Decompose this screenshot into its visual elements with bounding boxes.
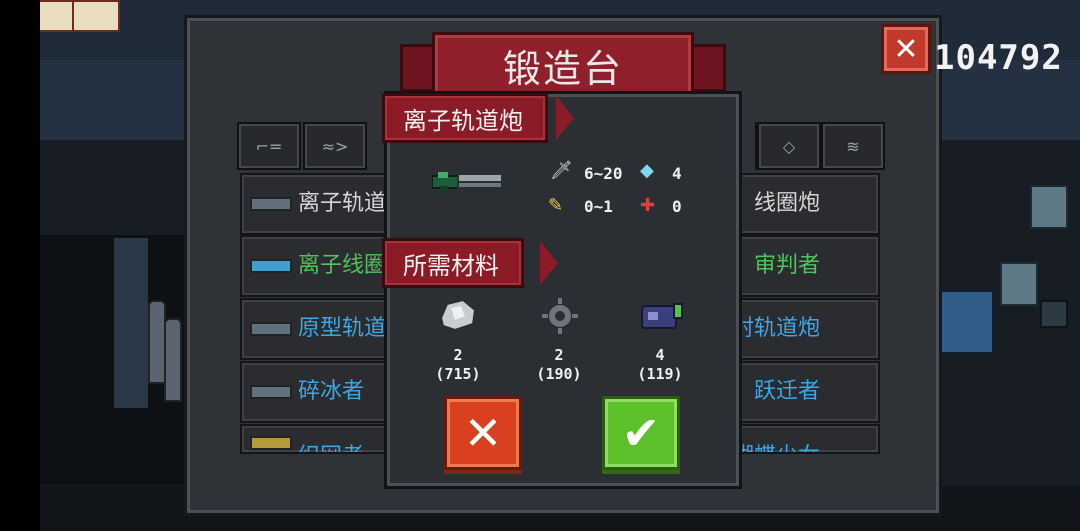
gear-need: 2 [554,346,564,364]
forge-title-text: 锻造台 [502,46,623,91]
computer-desk [940,290,994,354]
weapon-name: 离子轨道炮 [403,106,523,135]
pillar [112,236,150,410]
machine [1000,262,1038,306]
ice-gun-icon [250,385,292,399]
energy-value: 4 [672,164,682,183]
weapon-name-left: 碎冰者 [298,379,365,404]
weapon-name-right: 跃迁者 [753,379,820,404]
ore-count: 2 (715) [428,346,488,384]
ribbon-tip [540,241,558,285]
cancel-button[interactable]: ✕ [444,396,522,470]
battery-have: (119) [637,365,683,383]
check-icon: ✔ [621,406,661,460]
weapon-name-right: 蝴蝶少女 [732,438,820,452]
weapon-name-left: 离子线圈 [298,253,387,278]
confirm-button[interactable]: ✔ [602,396,680,470]
damage-icon: 🗡 [550,160,573,181]
ion-rail-cannon-icon [432,172,503,194]
crit-value: 0~1 [584,197,613,216]
close-button[interactable]: ✕ [881,24,931,74]
battery-need: 4 [655,346,665,364]
tab-shark[interactable]: ≋ [821,122,885,170]
machine-part [1040,300,1068,328]
craft-dialog [384,91,742,489]
weapon-name-left: 织网者 [298,438,364,452]
materials-ribbon: 所需材料 [382,238,524,288]
weapon-name-right: 线圈炮 [753,191,820,216]
tab-rifle[interactable]: ≈> [303,122,367,170]
rail-gun-icon [250,322,292,336]
gas-tank [164,318,182,402]
close-icon: ✕ [893,31,919,67]
gear-icon [542,298,578,334]
weapon-name-right: 审判者 [753,253,820,278]
ribbon-tip [556,96,574,140]
tab-diamond[interactable]: ◇ [757,122,821,170]
cancel-icon: ✕ [463,406,503,460]
tab-pistol[interactable]: ⌐= [237,122,301,170]
energy-icon: ◆ [640,160,654,181]
gear-count: 2 (190) [529,346,589,384]
damage-value: 6~20 [584,164,623,183]
coil-gun-icon [250,259,292,273]
battery-count: 4 (119) [630,346,690,384]
ore-have: (715) [435,365,481,383]
crit-icon: ✎ [548,195,564,216]
gear-have: (190) [536,365,582,383]
notice-paper [72,0,120,32]
ore-need: 2 [453,346,463,364]
diamond-icon: ◇ [782,136,796,156]
spread-icon: ✚ [640,195,656,216]
weapon-name-left: 原型轨道 [298,316,387,341]
machine [1030,185,1068,229]
rail-gun-icon [250,197,292,211]
pistol-icon: ⌐= [255,136,283,156]
rifle-icon: ≈> [321,136,349,156]
weapon-name-ribbon: 离子轨道炮 [382,93,548,143]
shark-gun-icon: ≋ [846,136,860,156]
materials-title: 所需材料 [403,251,499,280]
spread-value: 0 [672,197,682,216]
forge-title: 锻造台 [432,32,694,98]
weapon-name-left: 离子轨道 [298,191,387,216]
ore-icon [439,298,477,332]
battery-icon [641,303,683,329]
coin-count: 104792 [934,38,1063,78]
net-gun-icon [250,436,292,450]
